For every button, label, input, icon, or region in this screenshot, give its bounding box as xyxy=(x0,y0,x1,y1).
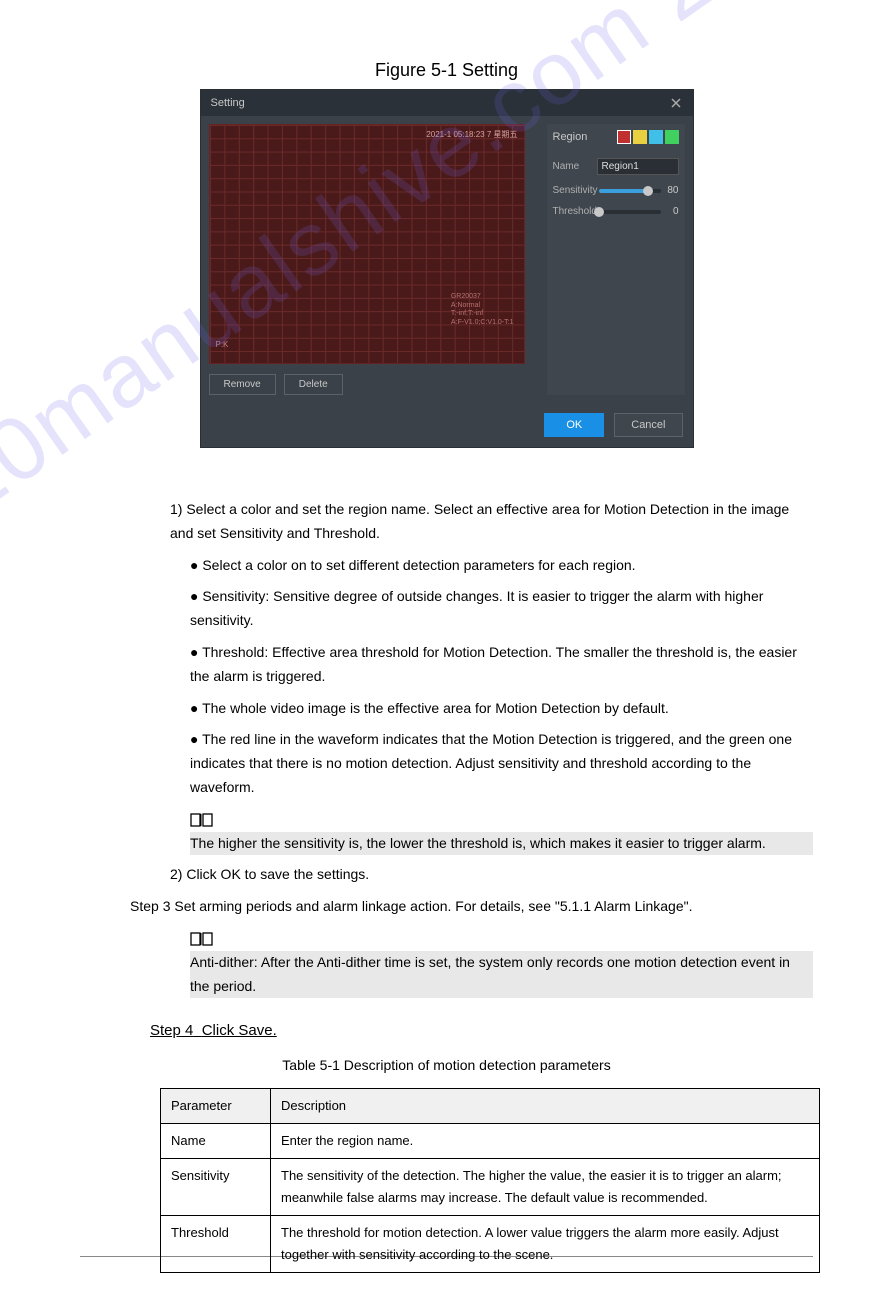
grid-overlay-text: GR20037 A:Normal T:-inf;T:-inf A:F-V1.0;… xyxy=(451,293,514,327)
grid-lines xyxy=(210,125,524,363)
bullet-2: ● Sensitivity: Sensitive degree of outsi… xyxy=(190,585,813,633)
cancel-button[interactable]: Cancel xyxy=(614,413,682,437)
bullet-5: ● The red line in the waveform indicates… xyxy=(190,728,813,799)
swatch-green[interactable] xyxy=(665,130,679,144)
color-swatches xyxy=(617,130,679,144)
remove-button[interactable]: Remove xyxy=(209,374,276,395)
setting-dialog: Setting 2021-1 05:18:23 7 星期五 GR20037 A:… xyxy=(200,89,694,448)
swatch-red[interactable] xyxy=(617,130,631,144)
step-text-2: 2) Click OK to save the settings. xyxy=(170,863,813,887)
parameter-table: Parameter Description Name Enter the reg… xyxy=(160,1088,820,1274)
name-input[interactable] xyxy=(597,158,679,175)
step4-label: Step 4 Click Save. xyxy=(150,1018,813,1044)
step3-text: Step 3 Set arming periods and alarm link… xyxy=(130,895,813,919)
detection-grid[interactable]: 2021-1 05:18:23 7 星期五 GR20037 A:Normal T… xyxy=(209,124,525,364)
threshold-label: Threshold xyxy=(553,206,595,217)
note-icon xyxy=(190,931,214,947)
table-caption: Table 5-1 Description of motion detectio… xyxy=(80,1054,813,1078)
table-header-row: Parameter Description xyxy=(161,1088,820,1123)
bullet-4: ● The whole video image is the effective… xyxy=(190,697,813,721)
bullet-3: ● Threshold: Effective area threshold fo… xyxy=(190,641,813,689)
ok-button[interactable]: OK xyxy=(544,413,604,437)
region-label: Region xyxy=(553,131,588,143)
col-parameter: Parameter xyxy=(161,1088,271,1123)
figure-caption: Figure 5-1 Setting xyxy=(80,60,813,81)
col-description: Description xyxy=(271,1088,820,1123)
bullet-1: ● Select a color on to set different det… xyxy=(190,554,813,578)
threshold-value: 0 xyxy=(665,206,679,217)
delete-button[interactable]: Delete xyxy=(284,374,343,395)
close-icon[interactable] xyxy=(669,96,683,110)
grid-timestamp: 2021-1 05:18:23 7 星期五 xyxy=(426,129,517,140)
table-row: Threshold The threshold for motion detec… xyxy=(161,1216,820,1273)
grid-pk-label: P:K xyxy=(216,340,229,349)
threshold-slider[interactable] xyxy=(599,210,661,214)
note-text-1: The higher the sensitivity is, the lower… xyxy=(190,832,813,856)
table-row: Name Enter the region name. xyxy=(161,1123,820,1158)
table-row: Sensitivity The sensitivity of the detec… xyxy=(161,1158,820,1215)
swatch-cyan[interactable] xyxy=(649,130,663,144)
name-label: Name xyxy=(553,161,595,172)
note-icon xyxy=(190,812,214,828)
sensitivity-value: 80 xyxy=(665,185,679,196)
sensitivity-label: Sensitivity xyxy=(553,185,595,196)
dialog-title: Setting xyxy=(211,97,245,109)
sensitivity-slider[interactable] xyxy=(599,189,661,193)
dialog-titlebar: Setting xyxy=(201,90,693,116)
note-text-2: Anti-dither: After the Anti-dither time … xyxy=(190,951,813,999)
swatch-yellow[interactable] xyxy=(633,130,647,144)
step-text-1: 1) Select a color and set the region nam… xyxy=(170,498,813,546)
